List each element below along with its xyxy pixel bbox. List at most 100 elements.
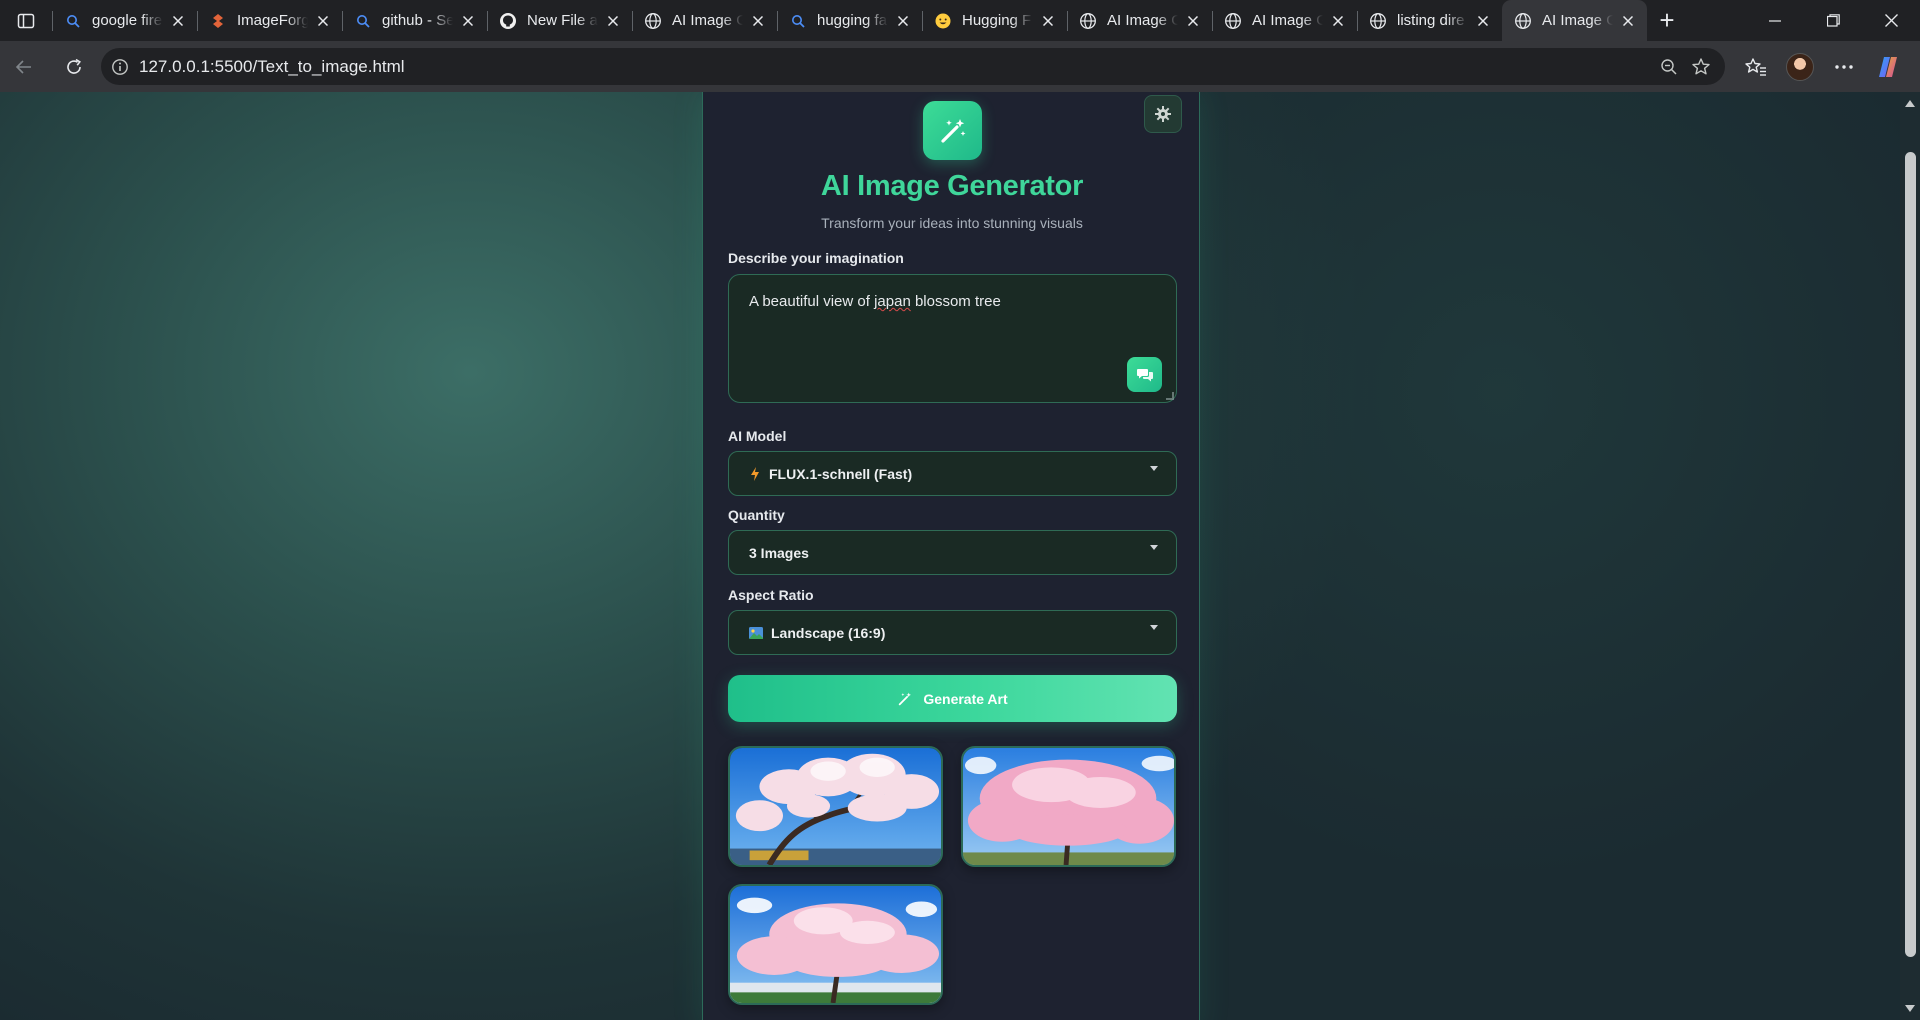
url-text: 127.0.0.1:5500/Text_to_image.html	[139, 56, 405, 76]
magic-wand-icon	[897, 691, 913, 707]
restore-button[interactable]	[1804, 0, 1862, 41]
copilot-button[interactable]	[1866, 45, 1910, 89]
enhance-prompt-button[interactable]	[1127, 357, 1162, 392]
textarea-resize-handle[interactable]	[1166, 392, 1174, 400]
scroll-up-icon[interactable]	[1905, 100, 1915, 107]
globe-icon	[1369, 12, 1387, 30]
copilot-icon	[1879, 56, 1897, 77]
reload-button[interactable]	[54, 47, 94, 87]
address-bar[interactable]: 127.0.0.1:5500/Text_to_image.html	[101, 48, 1725, 85]
tab-strip: google fire ImageForge github - Se New File…	[0, 0, 1920, 41]
browser-tab[interactable]: ImageForge	[197, 0, 342, 41]
tab-close-icon[interactable]	[604, 12, 622, 30]
generated-image-2[interactable]	[961, 746, 1176, 867]
back-arrow-icon	[15, 59, 31, 74]
prompt-text-end: blossom tree	[910, 293, 1001, 310]
tab-close-icon[interactable]	[749, 12, 767, 30]
tab-title: google fire	[92, 12, 163, 29]
page-scrollbar[interactable]	[1900, 92, 1920, 1020]
chevron-down-icon	[1150, 545, 1158, 550]
close-window-button[interactable]	[1862, 0, 1920, 41]
prompt-label: Describe your imagination	[728, 250, 904, 266]
tab-title: AI Image G	[1542, 12, 1613, 29]
more-menu-button[interactable]	[1822, 45, 1866, 89]
tab-close-icon[interactable]	[169, 12, 187, 30]
aspect-ratio-select-value: Landscape (16:9)	[771, 624, 886, 641]
globe-icon	[1079, 12, 1097, 30]
tab-title: hugging fa	[817, 12, 888, 29]
tab-close-icon[interactable]	[1039, 12, 1057, 30]
generated-image-3[interactable]	[728, 884, 943, 1005]
browser-tab[interactable]: Hugging F	[922, 0, 1067, 41]
prompt-textarea[interactable]: A beautiful view of japan blossom tree	[728, 274, 1177, 403]
tab-close-icon[interactable]	[1329, 12, 1347, 30]
scrollbar-thumb[interactable]	[1905, 152, 1916, 957]
tab-title: AI Image G	[1107, 12, 1178, 29]
reload-icon	[67, 58, 81, 74]
aspect-ratio-select[interactable]: Landscape (16:9)	[728, 610, 1177, 655]
browser-tab[interactable]: google fire	[52, 0, 197, 41]
imageforge-icon	[209, 12, 227, 30]
avatar	[1786, 52, 1814, 81]
close-icon	[1884, 14, 1898, 27]
prompt-text-start: A beautiful view of	[749, 293, 875, 310]
chevron-down-icon	[1150, 625, 1158, 630]
tab-close-icon[interactable]	[1474, 12, 1492, 30]
window-controls	[1746, 0, 1920, 41]
browser-tab[interactable]: New File a	[487, 0, 632, 41]
search-icon	[789, 12, 807, 30]
search-icon	[354, 12, 372, 30]
tab-title: Hugging F	[962, 12, 1032, 29]
quantity-label: Quantity	[728, 507, 785, 523]
globe-icon	[1224, 12, 1242, 30]
tab-actions-button[interactable]	[0, 0, 52, 41]
browser-tab[interactable]: AI Image G	[1067, 0, 1212, 41]
app-logo	[923, 101, 982, 160]
browser-tab[interactable]: AI Image G	[1212, 0, 1357, 41]
tab-title: ImageForge	[237, 12, 308, 29]
tab-close-icon[interactable]	[314, 12, 332, 30]
settings-button[interactable]	[1144, 95, 1182, 133]
github-icon	[499, 12, 517, 30]
scroll-down-icon[interactable]	[1905, 1005, 1915, 1012]
model-select[interactable]: FLUX.1-schnell (Fast)	[728, 451, 1177, 496]
minimize-icon	[1769, 19, 1781, 22]
tab-title: listing dire	[1397, 12, 1465, 29]
generate-art-button[interactable]: Generate Art	[728, 675, 1177, 722]
tab-close-icon[interactable]	[459, 12, 477, 30]
tab-active[interactable]: AI Image G	[1502, 0, 1647, 41]
browser-tab[interactable]: AI Image G	[632, 0, 777, 41]
profile-avatar-button[interactable]	[1778, 45, 1822, 89]
lightning-icon	[749, 466, 761, 482]
model-select-value: FLUX.1-schnell (Fast)	[769, 465, 913, 482]
more-dots-icon	[1835, 64, 1853, 69]
new-tab-button[interactable]: +	[1647, 0, 1687, 41]
tab-title: AI Image G	[672, 12, 743, 29]
globe-icon	[644, 12, 662, 30]
browser-tab[interactable]: listing dire	[1357, 0, 1502, 41]
restore-icon	[1826, 14, 1840, 27]
tab-title: New File a	[527, 12, 598, 29]
browser-tab[interactable]: hugging fa	[777, 0, 922, 41]
tab-close-icon[interactable]	[894, 12, 912, 30]
bookmark-star-icon[interactable]	[1685, 51, 1717, 83]
generator-card: AI Image Generator Transform your ideas …	[702, 92, 1200, 1020]
page-title: AI Image Generator	[820, 170, 1084, 202]
tab-close-icon[interactable]	[1619, 12, 1637, 30]
page-subtitle: Transform your ideas into stunning visua…	[821, 215, 1083, 231]
back-button[interactable]	[4, 47, 44, 87]
chat-bubbles-icon	[1136, 368, 1153, 381]
zoom-out-icon[interactable]	[1653, 51, 1685, 83]
aspect-ratio-label: Aspect Ratio	[728, 587, 814, 603]
site-info-icon[interactable]	[111, 58, 129, 76]
tab-close-icon[interactable]	[1184, 12, 1202, 30]
landscape-picture-icon	[749, 626, 763, 639]
minimize-button[interactable]	[1746, 0, 1804, 41]
browser-tab[interactable]: github - Se	[342, 0, 487, 41]
sidebar-toggle-icon	[17, 13, 35, 28]
page-viewport: AI Image Generator Transform your ideas …	[0, 92, 1920, 1020]
quantity-select[interactable]: 3 Images	[728, 530, 1177, 575]
favorites-icon[interactable]	[1734, 45, 1778, 89]
generated-image-1[interactable]	[728, 746, 943, 867]
globe-icon	[1514, 12, 1532, 30]
